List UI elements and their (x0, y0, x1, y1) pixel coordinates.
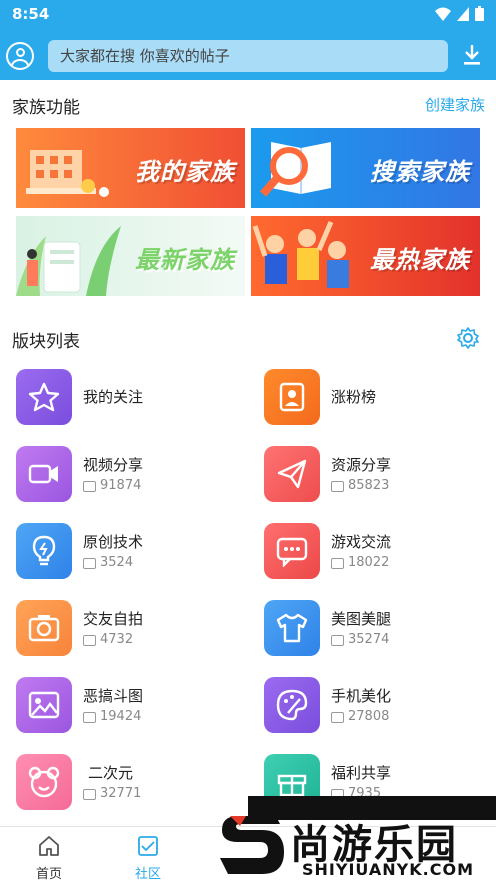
chat-bubble-icon (264, 523, 320, 579)
board-name: 交友自拍 (83, 610, 144, 628)
board-name: 二次元 (88, 764, 134, 782)
building-illustration (26, 150, 109, 197)
create-family-link[interactable]: 创建家族 (425, 94, 485, 115)
post-count: 3524 (100, 555, 134, 570)
search-input[interactable]: 大家都在搜 你喜欢的帖子 (48, 40, 448, 72)
comment-icon (83, 635, 96, 646)
comment-icon (331, 481, 344, 492)
board-name: 福利共享 (331, 764, 392, 782)
user-avatar-button[interactable] (6, 42, 34, 70)
board-name: 原创技术 (83, 533, 144, 551)
board-name: 涨粉榜 (331, 388, 377, 406)
hottest-family-banner[interactable]: 最热家族 (251, 216, 480, 296)
board-item-beauty-pics[interactable]: 美图美腿 35274 (264, 598, 494, 658)
board-item-original-tech[interactable]: 原创技术 3524 (16, 521, 246, 581)
comment-icon (83, 789, 96, 800)
board-name: 我的关注 (83, 388, 144, 406)
post-count: 91874 (100, 478, 142, 493)
family-section-title: 家族功能 (12, 98, 80, 118)
comment-icon (83, 558, 96, 569)
post-count: 27808 (348, 709, 390, 724)
signal-icon (457, 6, 469, 21)
status-icons (435, 6, 484, 21)
post-count: 32771 (100, 786, 142, 801)
magnifier-book-illustration (259, 142, 331, 197)
status-bar: 8:54 (0, 0, 496, 30)
board-name: 恶搞斗图 (83, 687, 144, 705)
community-icon (138, 836, 158, 856)
lightbulb-icon (16, 523, 72, 579)
comment-icon (83, 712, 96, 723)
post-count: 19424 (100, 709, 142, 724)
status-time: 8:54 (12, 5, 50, 23)
tab-home-label: 首页 (35, 867, 62, 881)
post-count: 85823 (348, 478, 390, 493)
post-count: 35274 (348, 632, 390, 647)
crowd-illustration (252, 221, 349, 288)
banner-label: 最新家族 (135, 246, 235, 274)
ranking-badge-icon (264, 369, 320, 425)
download-icon[interactable] (462, 44, 482, 66)
board-name: 视频分享 (83, 456, 144, 474)
tshirt-icon (264, 600, 320, 656)
board-section-title: 版块列表 (12, 332, 80, 352)
newest-family-banner[interactable]: 最新家族 (16, 216, 245, 296)
banner-label: 最热家族 (370, 246, 470, 274)
my-family-banner[interactable]: 我的家族 (16, 128, 245, 208)
paper-plane-icon (264, 446, 320, 502)
board-item-video-share[interactable]: 视频分享 91874 (16, 444, 246, 504)
star-icon (16, 369, 72, 425)
banner-label: 搜索家族 (370, 158, 470, 186)
video-camera-icon (16, 446, 72, 502)
user-icon (16, 48, 25, 57)
search-family-banner[interactable]: 搜索家族 (251, 128, 480, 208)
board-item-phone-theme[interactable]: 手机美化 27808 (264, 675, 494, 735)
board-item-fans-ranking[interactable]: 涨粉榜 (264, 367, 494, 427)
tab-home[interactable]: 首页 (19, 833, 79, 881)
wifi-icon (435, 7, 451, 21)
board-item-anime[interactable]: 二次元 32771 (16, 752, 246, 812)
tab-community[interactable]: 社区 (118, 833, 178, 881)
board-item-following[interactable]: 我的关注 (16, 367, 246, 427)
comment-icon (331, 635, 344, 646)
battery-icon (475, 6, 484, 21)
palette-icon (264, 677, 320, 733)
board-item-dating-selfie[interactable]: 交友自拍 4732 (16, 598, 246, 658)
comment-icon (331, 558, 344, 569)
board-item-game-chat[interactable]: 游戏交流 18022 (264, 521, 494, 581)
settings-gear-icon[interactable] (457, 327, 479, 349)
plant-person-illustration (16, 226, 121, 296)
tab-community-label: 社区 (134, 867, 161, 881)
watermark-subtext: SHIYIUANYK.COM (302, 860, 475, 879)
board-item-funny-memes[interactable]: 恶搞斗图 19424 (16, 675, 246, 735)
post-count: 18022 (348, 555, 390, 570)
home-icon (39, 836, 59, 856)
board-name: 手机美化 (331, 687, 392, 705)
comment-icon (83, 481, 96, 492)
post-count: 4732 (100, 632, 134, 647)
watermark-logo: 尚游乐园 SHIYIUANYK.COM (216, 796, 496, 881)
search-row: 大家都在搜 你喜欢的帖子 (0, 38, 496, 74)
board-name: 美图美腿 (331, 610, 392, 628)
bear-face-icon (16, 754, 72, 810)
banner-label: 我的家族 (135, 158, 235, 186)
board-name: 游戏交流 (331, 533, 392, 551)
watermark-s-mark (220, 816, 284, 874)
board-item-resource-share[interactable]: 资源分享 85823 (264, 444, 494, 504)
board-name: 资源分享 (331, 456, 392, 474)
camera-icon (16, 600, 72, 656)
app-header: 8:54 大家都在搜 你喜欢的帖子 (0, 0, 496, 80)
comment-icon (331, 712, 344, 723)
picture-icon (16, 677, 72, 733)
